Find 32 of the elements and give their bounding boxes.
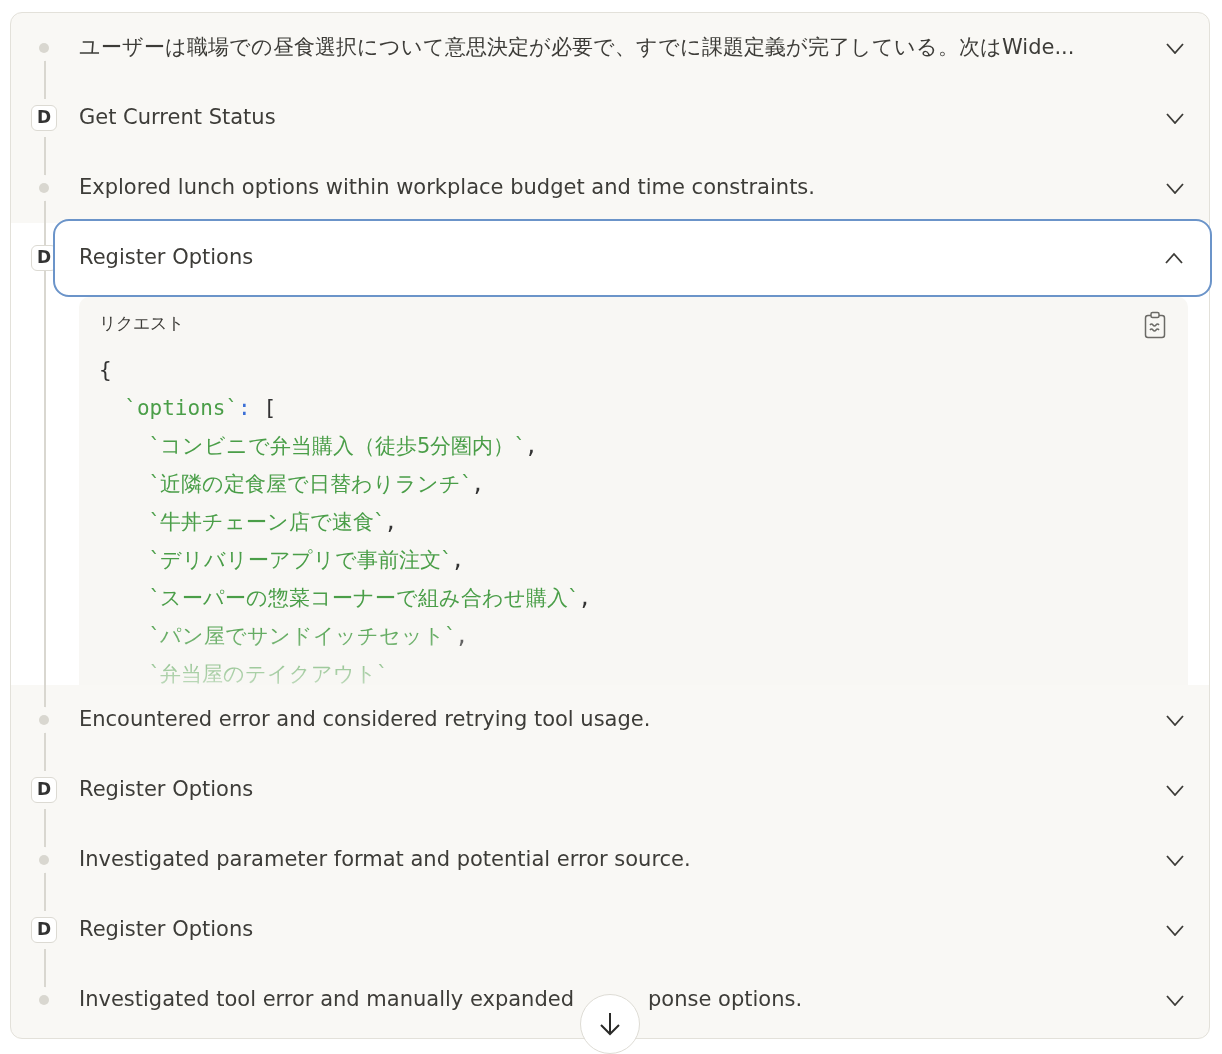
step-title[interactable]: Get Current Status	[79, 102, 1165, 134]
chevron-up-icon[interactable]	[1164, 252, 1184, 264]
chevron-down-icon[interactable]	[1165, 924, 1185, 936]
step-title[interactable]: Investigated parameter format and potential error source.	[79, 844, 1165, 876]
code-line: `近隣の定食屋で日替わりランチ`,	[148, 470, 486, 498]
request-label: リクエスト	[99, 312, 184, 335]
step-title[interactable]: Explored lunch options within workplace budget and time constraints.	[79, 172, 1165, 204]
chevron-down-icon[interactable]	[1165, 784, 1185, 796]
chevron-down-icon[interactable]	[1165, 42, 1185, 54]
step-title[interactable]: Investigated tool error and manually expanded	[79, 984, 574, 1016]
code-line: `デリバリーアプリで事前注文`,	[148, 546, 466, 574]
code-line: `弁当屋のテイクアウト`	[148, 660, 389, 685]
chevron-down-icon[interactable]	[1165, 112, 1185, 124]
step-title[interactable]: Encountered error and considered retrying tool usage.	[79, 704, 1165, 736]
code-line: `スーパーの惣菜コーナーで組み合わせ購入`,	[148, 584, 593, 612]
step-title[interactable]: ユーザーは職場での昼食選択について意思決定が必要で、すでに課題定義が完了している。次はWide...	[79, 32, 1165, 64]
clipboard-icon[interactable]	[1144, 311, 1166, 339]
step-header[interactable]: Register Options	[53, 219, 1212, 297]
arrow-down-icon	[599, 1011, 621, 1037]
chevron-down-icon[interactable]	[1165, 854, 1185, 866]
code-line: `パン屋でサンドイッチセット`,	[148, 622, 470, 650]
code-line: `options`: [	[123, 394, 278, 422]
code-line: `牛丼チェーン店で速食`,	[148, 508, 399, 536]
step-title[interactable]: ponse options.	[648, 984, 803, 1016]
code-line: {	[99, 356, 113, 384]
step-title[interactable]: Register Options	[79, 914, 1165, 946]
step-title[interactable]: Register Options	[79, 774, 1165, 806]
chevron-down-icon[interactable]	[1165, 994, 1185, 1006]
chevron-down-icon[interactable]	[1165, 182, 1185, 194]
chevron-down-icon[interactable]	[1165, 714, 1185, 726]
step-title[interactable]: Register Options	[79, 242, 1164, 274]
code-line: `コンビニで弁当購入（徒歩5分圏内）`,	[148, 432, 539, 460]
